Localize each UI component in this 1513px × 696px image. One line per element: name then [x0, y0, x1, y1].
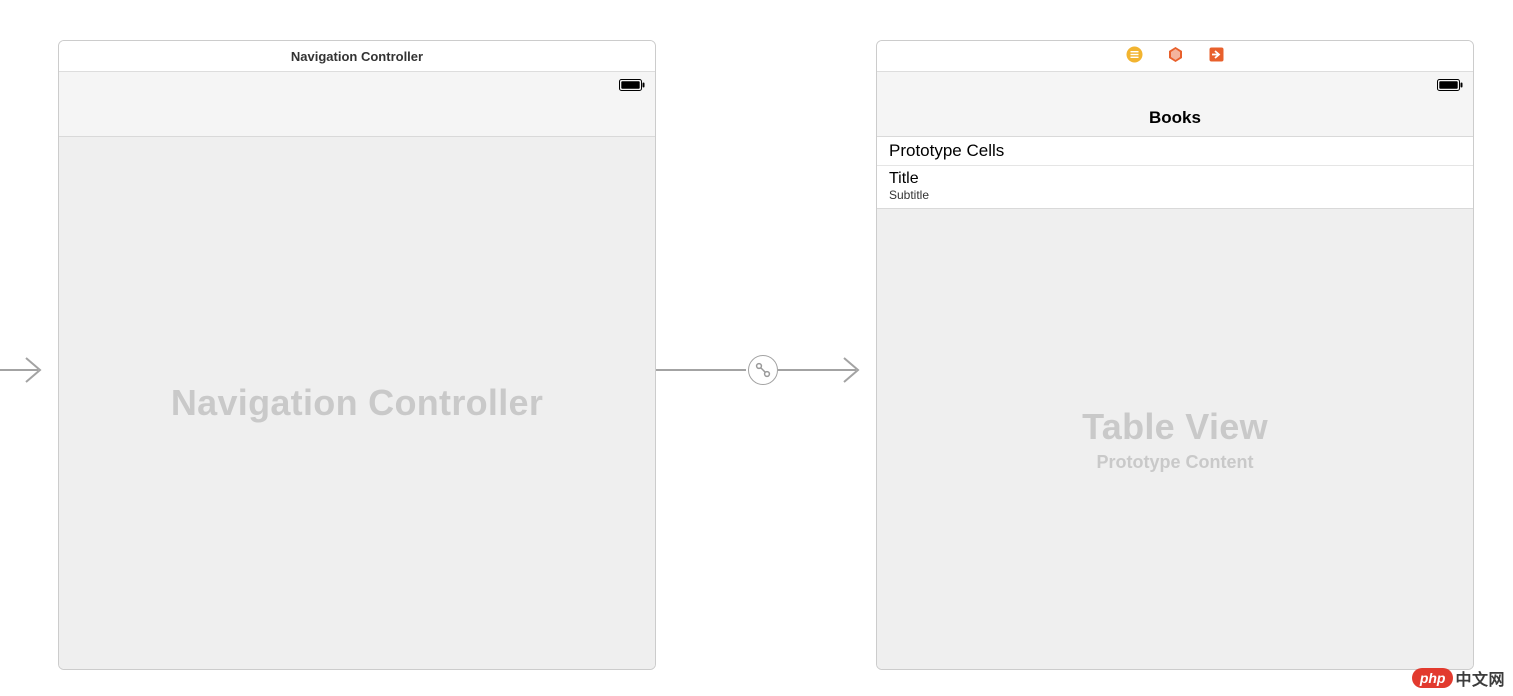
first-responder-icon[interactable]: [1167, 46, 1184, 66]
watermark-pill: php: [1412, 668, 1454, 688]
scene-title: Navigation Controller: [291, 49, 423, 64]
segue-icon: [754, 361, 772, 379]
battery-icon: [1437, 78, 1463, 96]
segue-node[interactable]: [748, 355, 778, 385]
watermark-cn: 中文网: [1455, 666, 1505, 690]
prototype-cells-block: Prototype Cells Title Subtitle: [877, 137, 1473, 209]
navigation-bar[interactable]: Books: [877, 72, 1473, 137]
placeholder-label: Table View: [1082, 406, 1268, 448]
battery-icon: [619, 78, 645, 96]
scene-titlebar[interactable]: Navigation Controller: [59, 41, 655, 72]
placeholder-sublabel: Prototype Content: [1097, 452, 1254, 473]
cell-subtitle-label: Subtitle: [889, 188, 1461, 202]
exit-icon[interactable]: [1208, 46, 1225, 66]
view-controller-icon[interactable]: [1126, 46, 1143, 66]
table-view-canvas: Table View Prototype Content: [877, 209, 1473, 669]
entry-arrow: [0, 350, 58, 390]
watermark: php 中文网: [1412, 666, 1505, 690]
books-scene[interactable]: Books Prototype Cells Title Subtitle Tab…: [876, 40, 1474, 670]
navigation-controller-scene[interactable]: Navigation Controller Navigation Control…: [58, 40, 656, 670]
status-bar-area: [59, 72, 655, 137]
placeholder-label: Navigation Controller: [171, 382, 543, 424]
prototype-cells-header: Prototype Cells: [877, 137, 1473, 166]
prototype-cell[interactable]: Title Subtitle: [877, 166, 1473, 208]
nav-bar-title: Books: [877, 108, 1473, 128]
cell-title-label: Title: [889, 170, 1461, 188]
scene-titlebar[interactable]: [877, 41, 1473, 72]
navigation-controller-canvas: Navigation Controller: [59, 137, 655, 669]
